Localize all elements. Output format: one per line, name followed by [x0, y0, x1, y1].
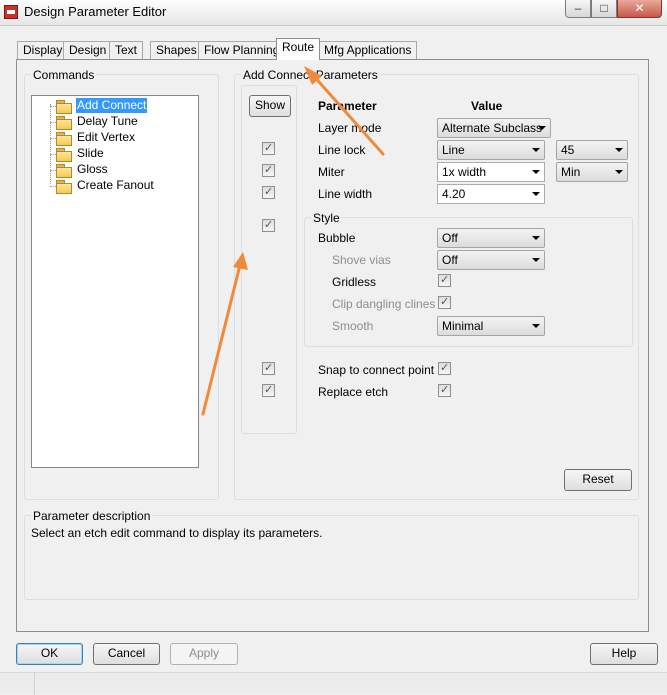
line-width-combo[interactable]: 4.20: [437, 184, 545, 204]
bubble-label: Bubble: [318, 231, 356, 245]
status-bar: [0, 672, 667, 695]
apply-button[interactable]: Apply: [170, 643, 238, 665]
window-title: Design Parameter Editor: [24, 4, 167, 19]
cancel-button[interactable]: Cancel: [93, 643, 160, 665]
gridless-checkbox[interactable]: [438, 273, 451, 287]
close-icon: ✕: [634, 1, 645, 15]
line-lock-value: Line: [442, 143, 465, 157]
chevron-down-icon: [532, 324, 540, 328]
line-lock-label: Line lock: [318, 143, 366, 157]
replace-etch-label: Replace etch: [318, 385, 389, 399]
show-style-checkbox[interactable]: [262, 218, 275, 232]
miter-select[interactable]: 1x width: [437, 162, 545, 182]
chevron-down-icon: [532, 236, 540, 240]
chevron-down-icon: [615, 148, 623, 152]
line-width-label: Line width: [318, 187, 373, 201]
miter-label: Miter: [318, 165, 345, 179]
folder-icon: [56, 180, 72, 194]
tree-item-label: Edit Vertex: [77, 130, 136, 144]
shove-vias-value: Off: [442, 253, 458, 267]
minimize-button[interactable]: –: [565, 0, 591, 18]
clip-dangling-label: Clip dangling clines: [332, 297, 436, 311]
tab-flow-planning[interactable]: Flow Planning: [198, 41, 286, 59]
value-column-header: Value: [471, 99, 503, 113]
description-text: Select an etch edit command to display i…: [31, 526, 323, 540]
miter-size-value: Min: [561, 165, 581, 179]
chevron-down-icon: [532, 258, 540, 262]
chevron-down-icon: [532, 192, 540, 196]
status-divider: [34, 673, 35, 695]
show-snap-checkbox[interactable]: [262, 361, 275, 375]
snap-label: Snap to connect point: [318, 363, 435, 377]
help-button[interactable]: Help: [590, 643, 658, 665]
tree-item-create-fanout[interactable]: Create Fanout: [32, 178, 192, 194]
chevron-down-icon: [532, 148, 540, 152]
gridless-label: Gridless: [332, 275, 377, 289]
tree-item-label: Delay Tune: [77, 114, 138, 128]
commands-tree[interactable]: Add Connect Delay Tune Edit Vertex Slide…: [31, 95, 199, 468]
ok-button[interactable]: OK: [16, 643, 83, 665]
show-column: [241, 85, 297, 434]
description-group-label: Parameter description: [31, 509, 153, 523]
tab-mfg-applications[interactable]: Mfg Applications: [318, 41, 418, 59]
tab-design[interactable]: Design: [63, 41, 113, 59]
tab-shapes[interactable]: Shapes: [150, 41, 203, 59]
tree-item-label: Add Connect: [76, 98, 148, 113]
tree-item-gloss[interactable]: Gloss: [32, 162, 192, 178]
tree-item-label: Create Fanout: [77, 178, 154, 192]
reset-button[interactable]: Reset: [564, 469, 632, 491]
bubble-select[interactable]: Off: [437, 228, 545, 248]
tree-item-label: Gloss: [77, 162, 108, 176]
folder-icon: [56, 148, 72, 162]
layer-mode-value: Alternate Subclass: [442, 121, 543, 135]
tree-item-edit-vertex[interactable]: Edit Vertex: [32, 130, 192, 146]
style-group-label: Style: [311, 211, 342, 225]
close-button[interactable]: ✕: [617, 0, 662, 18]
parameter-column-header: Parameter: [318, 99, 377, 113]
maximize-button[interactable]: □: [591, 0, 617, 18]
line-lock-angle-value: 45: [561, 143, 575, 157]
shove-vias-label: Shove vias: [332, 253, 391, 267]
tree-item-label: Slide: [77, 146, 104, 160]
folder-icon: [56, 100, 72, 114]
smooth-value: Minimal: [442, 319, 484, 333]
chevron-down-icon: [538, 126, 546, 130]
replace-etch-checkbox[interactable]: [438, 383, 451, 397]
show-replace-etch-checkbox[interactable]: [262, 383, 275, 397]
tab-display[interactable]: Display: [17, 41, 69, 59]
snap-checkbox[interactable]: [438, 361, 451, 375]
show-button[interactable]: Show: [249, 95, 291, 117]
minimize-icon: –: [574, 1, 582, 15]
bubble-value: Off: [442, 231, 458, 245]
shove-vias-select[interactable]: Off: [437, 250, 545, 270]
folder-icon: [56, 164, 72, 178]
folder-icon: [56, 116, 72, 130]
show-miter-checkbox[interactable]: [262, 163, 275, 177]
app-icon: [4, 5, 18, 19]
clip-dangling-checkbox[interactable]: [438, 295, 451, 309]
show-line-lock-checkbox[interactable]: [262, 141, 275, 155]
tree-item-slide[interactable]: Slide: [32, 146, 192, 162]
layer-mode-label: Layer mode: [318, 121, 382, 135]
tree-item-add-connect[interactable]: Add Connect: [32, 98, 192, 114]
miter-size-select[interactable]: Min: [556, 162, 628, 182]
chevron-down-icon: [615, 170, 623, 174]
tab-route[interactable]: Route: [276, 38, 321, 60]
smooth-select[interactable]: Minimal: [437, 316, 545, 336]
line-width-value: 4.20: [442, 187, 466, 201]
folder-icon: [56, 132, 72, 146]
commands-group-label: Commands: [31, 68, 97, 82]
layer-mode-select[interactable]: Alternate Subclass: [437, 118, 551, 138]
maximize-icon: □: [600, 1, 608, 15]
parameters-group-label: Add Connect Parameters: [241, 68, 380, 82]
show-line-width-checkbox[interactable]: [262, 185, 275, 199]
tab-text[interactable]: Text: [109, 41, 144, 59]
chevron-down-icon: [532, 170, 540, 174]
line-lock-select[interactable]: Line: [437, 140, 545, 160]
miter-value: 1x width: [442, 165, 487, 179]
smooth-label: Smooth: [332, 319, 374, 333]
line-lock-angle-select[interactable]: 45: [556, 140, 628, 160]
tree-item-delay-tune[interactable]: Delay Tune: [32, 114, 192, 130]
